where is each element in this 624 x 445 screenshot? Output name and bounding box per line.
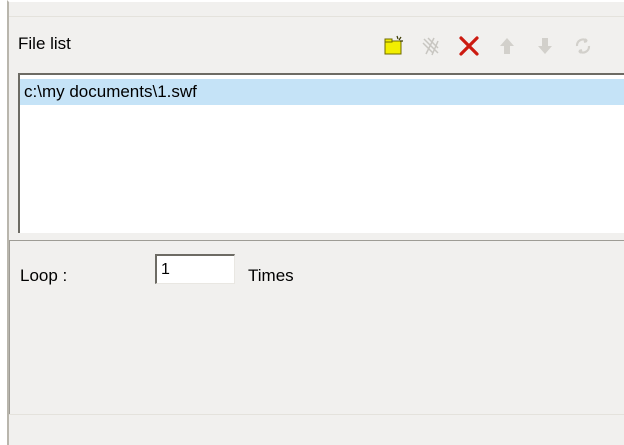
edit-file-button[interactable] [416, 31, 446, 61]
divider [9, 16, 624, 17]
move-down-icon [538, 38, 552, 54]
move-down-button[interactable] [530, 31, 560, 61]
loop-label: Loop : [20, 266, 68, 285]
move-up-icon [500, 38, 514, 54]
file-list-label: File list [18, 34, 71, 53]
add-file-button[interactable] [378, 31, 408, 61]
divider [9, 414, 624, 415]
list-item[interactable]: c:\my documents\1.swf [20, 79, 624, 105]
refresh-button[interactable] [568, 31, 598, 61]
file-listbox[interactable]: c:\my documents\1.swf [18, 73, 624, 233]
loop-count-input[interactable] [155, 254, 235, 284]
refresh-icon [575, 38, 591, 54]
delete-icon [459, 36, 479, 56]
add-file-icon [384, 35, 403, 55]
times-label: Times [248, 266, 294, 285]
edit-file-icon [422, 37, 439, 56]
options-group [9, 240, 624, 415]
file-list-toolbar [378, 31, 606, 61]
move-up-button[interactable] [492, 31, 522, 61]
delete-button[interactable] [454, 31, 484, 61]
